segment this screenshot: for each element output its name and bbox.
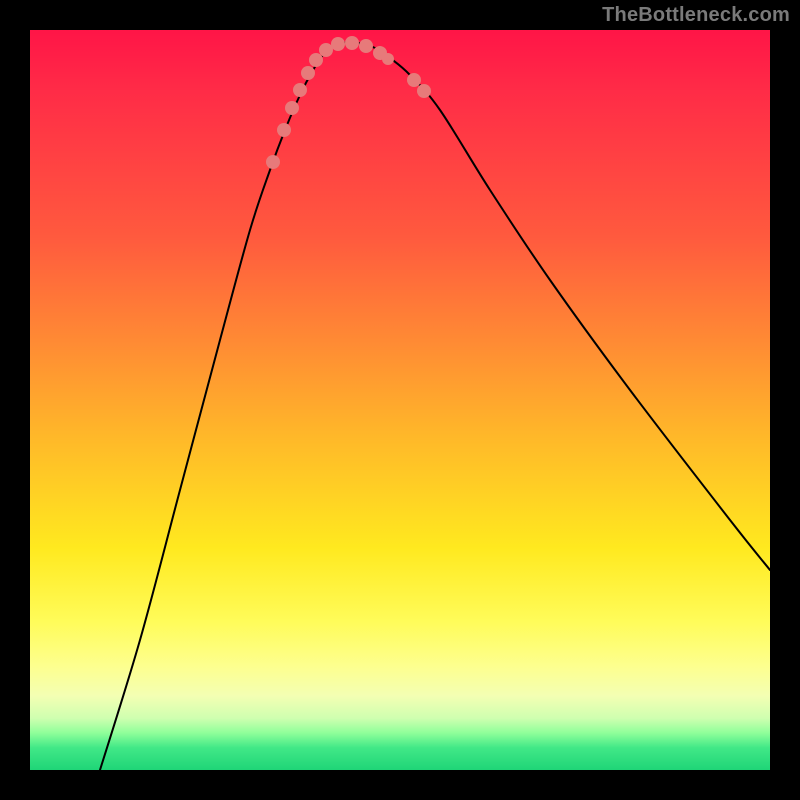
curve-marker — [293, 83, 307, 97]
curve-marker — [319, 43, 333, 57]
bottleneck-curve-path — [100, 42, 770, 770]
curve-marker — [345, 36, 359, 50]
curve-marker — [382, 53, 394, 65]
curve-marker — [301, 66, 315, 80]
curve-marker — [417, 84, 431, 98]
curve-marker — [407, 73, 421, 87]
curve-markers — [266, 36, 431, 169]
watermark-text: TheBottleneck.com — [602, 4, 790, 27]
curve-marker — [285, 101, 299, 115]
curve-marker — [359, 39, 373, 53]
curve-marker — [331, 37, 345, 51]
curve-marker — [266, 155, 280, 169]
curve-marker — [309, 53, 323, 67]
curve-marker — [277, 123, 291, 137]
chart-stage: TheBottleneck.com — [0, 0, 800, 800]
bottleneck-curve-svg — [30, 30, 770, 770]
